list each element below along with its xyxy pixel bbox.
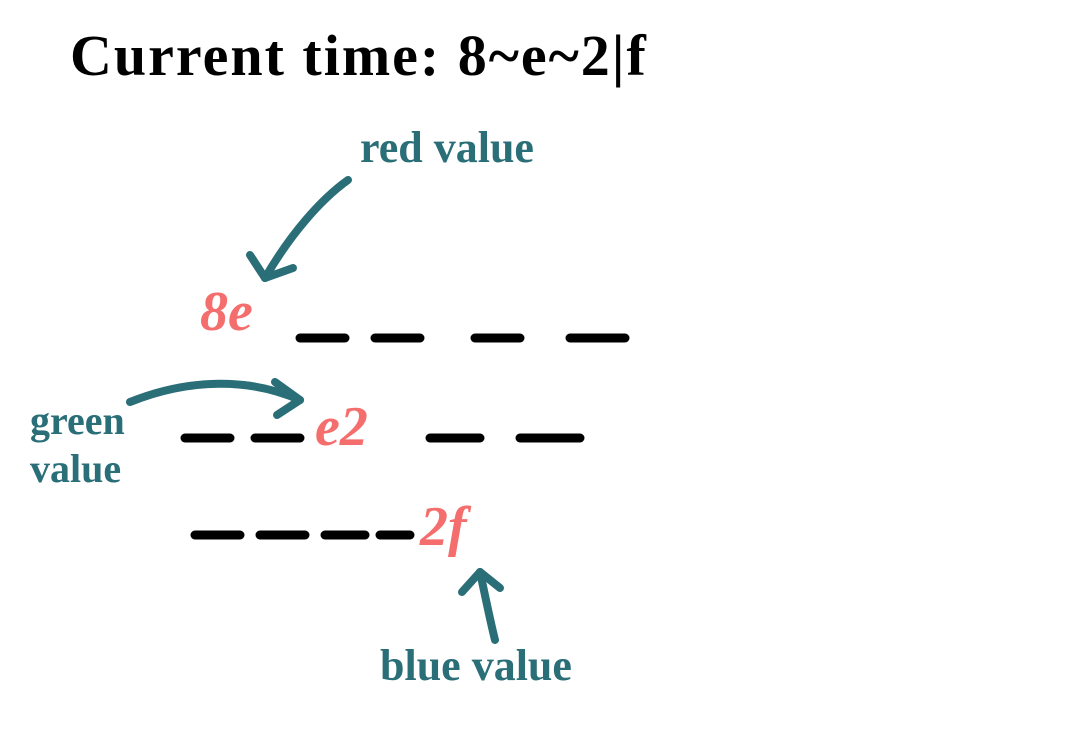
diagram-strokes xyxy=(0,0,1083,732)
arrow-green-head-2 xyxy=(277,400,300,415)
arrow-red-head-1 xyxy=(250,255,265,278)
arrow-red-shaft xyxy=(265,180,348,278)
arrow-blue-head-1 xyxy=(462,572,480,592)
